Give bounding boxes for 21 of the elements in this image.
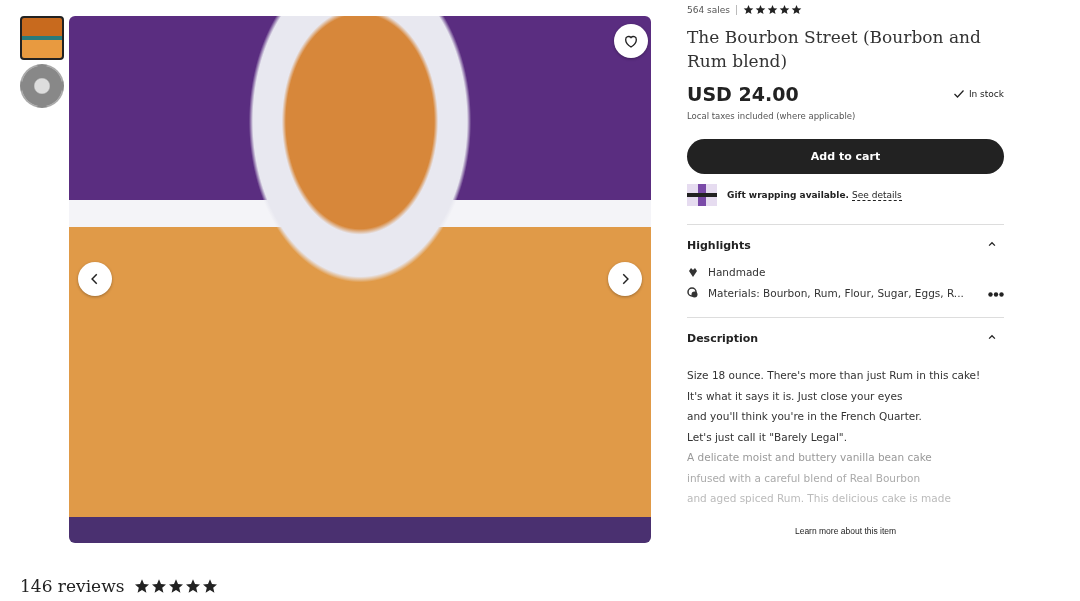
highlight-text: Materials: Bourbon, Rum, Flour, Sugar, Eggs, R... <box>708 287 964 299</box>
description-line: A delicate moist and buttery vanilla bean cake <box>687 450 933 465</box>
stock-status: In stock <box>968 89 1004 99</box>
add-to-cart-button[interactable]: Add to cart <box>687 139 1004 174</box>
learn-more-button[interactable]: Learn more about this item <box>788 524 903 537</box>
description-line: Let's just call it "Barely Legal". <box>687 429 848 445</box>
see-details-link[interactable]: See details <box>852 190 902 201</box>
description-line: Size 18 ounce. There's more than just Rum in this cake! <box>687 368 982 383</box>
sales-count: 564 sales <box>687 4 730 15</box>
product-title: The Bourbon Street (Bourbon and Rum blend) <box>687 26 982 73</box>
description-line: and aged spiced Rum. This delicious cake is made <box>687 491 952 506</box>
section-heading: Highlights <box>687 239 751 252</box>
section-heading: Description <box>687 332 759 345</box>
highlight-text: Handmade <box>708 266 766 278</box>
price: USD 24.00 <box>687 83 799 105</box>
description-line: and you'll think you're in the French Quarter. <box>687 409 923 424</box>
gift-wrapping-note: Gift wrapping available. See details <box>727 190 902 200</box>
description-line: It's what it says it is. Just close your eyes <box>687 388 904 404</box>
review-count[interactable]: 146 reviews <box>20 576 125 596</box>
tax-note: Local taxes included (where applicable) <box>687 111 857 121</box>
description-line: infused with a careful blend of Real Bourbon <box>687 470 922 486</box>
